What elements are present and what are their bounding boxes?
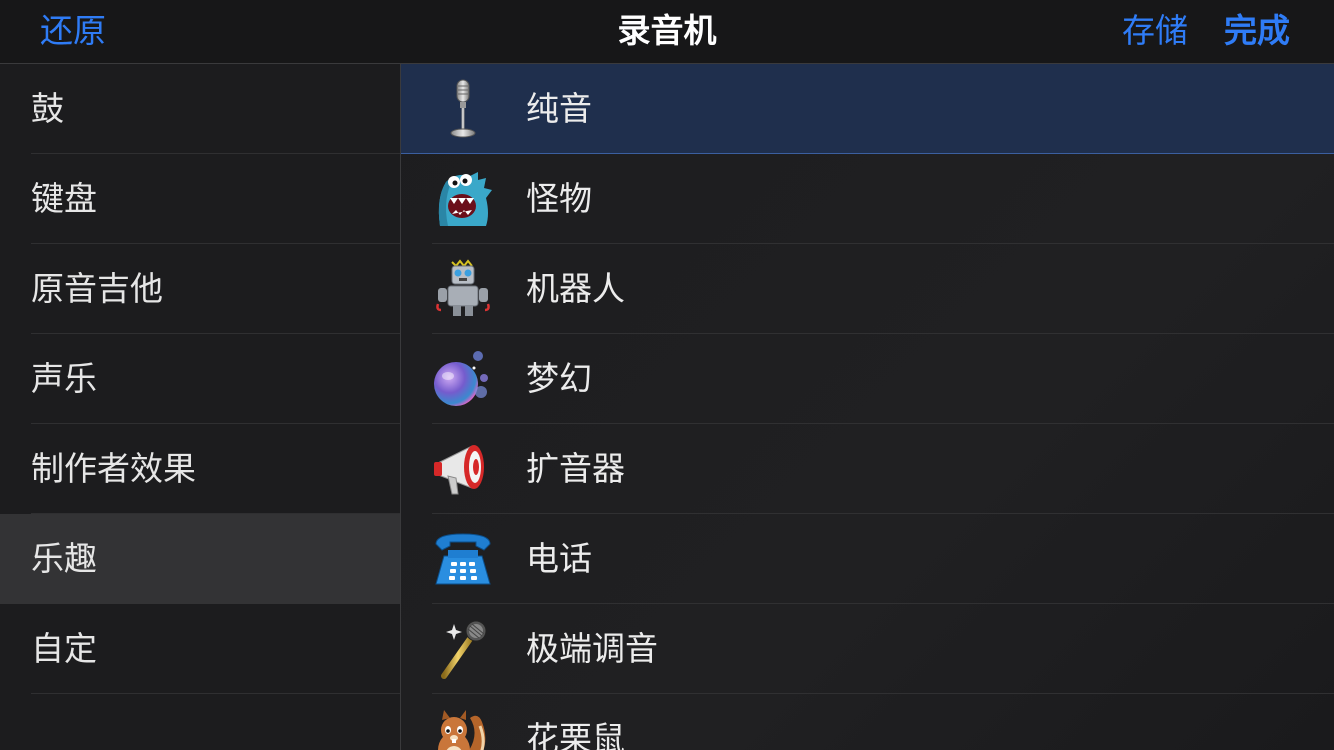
preset-row-extreme-tuning[interactable]: 极端调音 <box>401 604 1334 694</box>
preset-row-megaphone[interactable]: 扩音器 <box>401 424 1334 514</box>
category-label: 声乐 <box>31 359 97 398</box>
preset-label: 扩音器 <box>526 449 625 488</box>
preset-label: 极端调音 <box>526 629 658 668</box>
preset-label: 机器人 <box>526 269 625 308</box>
category-label: 自定 <box>31 629 97 668</box>
bubble-icon <box>434 351 488 406</box>
category-sidebar: 鼓 键盘 原音吉他 声乐 制作者效果 乐趣 自定 <box>0 64 401 750</box>
category-item-fun[interactable]: 乐趣 <box>0 514 400 604</box>
preset-row-monster[interactable]: 怪物 <box>401 154 1334 244</box>
done-button[interactable]: 完成 <box>1224 9 1290 53</box>
category-label: 乐趣 <box>31 539 97 578</box>
microphone-icon <box>450 79 476 138</box>
category-item-acoustic-guitar[interactable]: 原音吉他 <box>0 244 400 334</box>
preset-list: 纯音 怪物 机器人 梦幻 扩音器 电话 极端调音 花栗鼠 <box>401 64 1334 750</box>
monster-icon <box>438 172 492 226</box>
category-item-keyboard[interactable]: 键盘 <box>0 154 400 244</box>
preset-label: 纯音 <box>526 89 592 128</box>
divider <box>31 693 400 694</box>
category-item-custom[interactable]: 自定 <box>0 604 400 694</box>
category-label: 键盘 <box>31 179 97 218</box>
telephone-icon <box>435 533 491 585</box>
preset-row-dreamy[interactable]: 梦幻 <box>401 334 1334 424</box>
preset-label: 梦幻 <box>526 359 592 398</box>
chipmunk-icon <box>438 710 486 750</box>
category-label: 鼓 <box>31 89 64 128</box>
category-item-drums[interactable]: 鼓 <box>0 64 400 154</box>
category-label: 制作者效果 <box>31 449 196 488</box>
category-item-producer-effects[interactable]: 制作者效果 <box>0 424 400 514</box>
navigation-bar: 还原 录音机 存储 完成 <box>0 0 1334 64</box>
preset-label: 怪物 <box>526 179 592 218</box>
preset-row-clean[interactable]: 纯音 <box>401 64 1334 154</box>
preset-row-chipmunk[interactable]: 花栗鼠 <box>401 694 1334 750</box>
preset-label: 电话 <box>526 539 592 578</box>
robot-icon <box>436 259 490 316</box>
preset-label: 花栗鼠 <box>526 719 625 750</box>
golden-microphone-icon <box>441 620 487 679</box>
category-item-vocals[interactable]: 声乐 <box>0 334 400 424</box>
save-button[interactable]: 存储 <box>1122 9 1188 53</box>
category-label: 原音吉他 <box>31 269 163 308</box>
preset-row-robot[interactable]: 机器人 <box>401 244 1334 334</box>
preset-row-telephone[interactable]: 电话 <box>401 514 1334 604</box>
megaphone-icon <box>434 445 484 495</box>
